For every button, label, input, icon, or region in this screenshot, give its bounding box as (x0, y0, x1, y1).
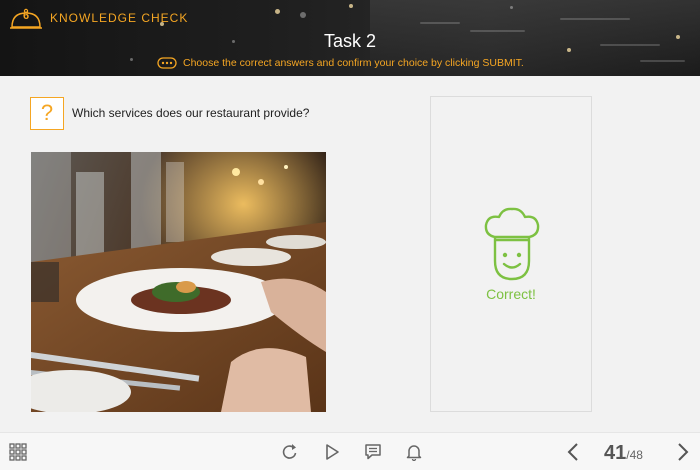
chef-icon (484, 207, 540, 281)
instruction: Choose the correct answers and confirm y… (157, 57, 524, 69)
play-icon (326, 444, 339, 460)
header-decoration (420, 22, 460, 24)
restaurant-photo-illustration (31, 152, 326, 412)
question-text: Which services does our restaurant provi… (72, 106, 310, 120)
header-decoration (300, 12, 306, 18)
speech-bubble-icon (157, 57, 177, 69)
replay-button[interactable] (278, 433, 302, 470)
replay-icon (282, 444, 297, 459)
section-title: KNOWLEDGE CHECK (50, 11, 189, 25)
feedback-label: Correct! (486, 286, 536, 302)
question-icon: ? (30, 97, 64, 130)
bell-icon (406, 445, 422, 461)
grid-icon (9, 443, 27, 461)
header-decoration (275, 9, 280, 14)
bottom-toolbar: 41/48 (0, 432, 700, 470)
menu-button[interactable] (6, 433, 30, 470)
section-number: 6 (22, 10, 30, 22)
header-decoration (349, 4, 353, 8)
chevron-right-icon (678, 443, 689, 461)
feedback-panel: Correct! (430, 96, 592, 412)
notes-button[interactable] (361, 433, 385, 470)
header-decoration (510, 6, 513, 9)
section-badge: 6 (9, 7, 43, 31)
restaurant-photo (31, 152, 326, 412)
header-decoration (640, 60, 685, 62)
header-bar: 6 KNOWLEDGE CHECK Task 2 Choose the corr… (0, 0, 700, 76)
current-page: 41 (604, 442, 627, 464)
total-pages: /48 (626, 448, 643, 462)
header-decoration (130, 58, 133, 61)
instruction-text: Choose the correct answers and confirm y… (183, 57, 524, 69)
previous-button[interactable] (562, 433, 584, 470)
chevron-left-icon (567, 443, 578, 461)
header-decoration (560, 18, 630, 20)
notification-button[interactable] (402, 433, 426, 470)
page-counter: 41/48 (604, 442, 643, 465)
play-button[interactable] (320, 433, 344, 470)
comment-icon (365, 444, 381, 460)
task-title: Task 2 (323, 31, 377, 51)
next-button[interactable] (672, 433, 694, 470)
